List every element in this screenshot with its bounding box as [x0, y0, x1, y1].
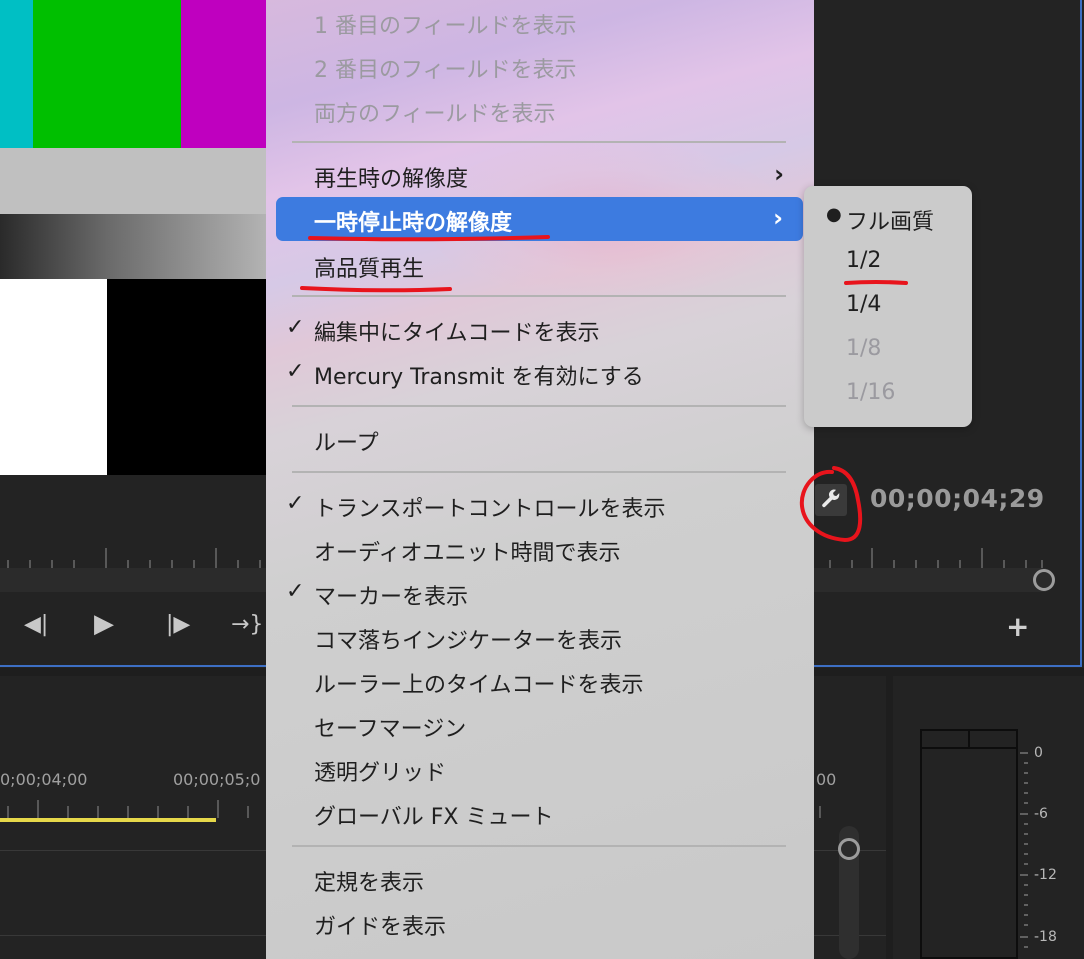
- meter-channel-divider: [968, 729, 970, 749]
- checkmark-icon: ✓: [286, 491, 305, 516]
- submenu-item-quarter[interactable]: 1/4: [804, 284, 972, 328]
- db-label: -18: [1034, 929, 1057, 945]
- menu-item-label: オーディオユニット時間で表示: [314, 541, 621, 566]
- menu-item-label: マーカーを表示: [314, 585, 469, 610]
- menu-item-show-dropped-frame-indicator[interactable]: コマ落ちインジケーターを表示: [266, 615, 814, 659]
- menu-item-label: 透明グリッド: [314, 761, 447, 786]
- timeline-time-label: 00: [816, 770, 837, 789]
- chevron-right-icon: ›: [774, 160, 784, 188]
- step-forward-icon[interactable]: |▶: [166, 612, 190, 637]
- step-back-icon[interactable]: ◀|: [24, 612, 48, 637]
- audio-meter: [920, 729, 1018, 959]
- menu-item-label: 一時停止時の解像度: [314, 211, 513, 236]
- menu-item-show-rulers[interactable]: 定規を表示: [266, 857, 814, 901]
- wrench-icon[interactable]: [815, 484, 847, 516]
- play-icon[interactable]: ▶: [94, 609, 114, 639]
- timeline-time-label: 00;00;05;0: [173, 770, 261, 789]
- magenta-bar: [181, 0, 268, 148]
- menu-item-show-guides[interactable]: ガイドを表示: [266, 901, 814, 945]
- menu-separator: [292, 845, 786, 847]
- menu-item-high-quality-playback[interactable]: 高品質再生: [266, 243, 814, 287]
- menu-item-label: 2 番目のフィールドを表示: [314, 58, 577, 83]
- db-label: 0: [1034, 745, 1043, 761]
- menu-item-label: 定規を表示: [314, 871, 425, 896]
- submenu-item-sixteenth[interactable]: 1/16: [804, 372, 972, 416]
- checkmark-icon: ✓: [286, 579, 305, 604]
- plus-icon[interactable]: +: [1006, 610, 1029, 643]
- db-scale-ticks: [1020, 752, 1028, 948]
- white-bar: [0, 279, 107, 475]
- menu-item-safe-margins[interactable]: セーフマージン: [266, 703, 814, 747]
- paused-resolution-submenu: ● フル画質 1/2 1/4 1/8 1/16: [804, 186, 972, 427]
- checkmark-icon: ✓: [286, 315, 305, 340]
- menu-item-show-transport-controls[interactable]: ✓ トランスポートコントロールを表示: [266, 483, 814, 527]
- black-bar: [107, 279, 268, 475]
- menu-separator: [292, 471, 786, 473]
- menu-separator: [292, 141, 786, 143]
- gradient-bar: [0, 214, 268, 279]
- submenu-item-half[interactable]: 1/2: [804, 240, 972, 284]
- menu-item-show-both-fields[interactable]: 両方のフィールドを表示: [266, 88, 814, 132]
- menu-item-label: ループ: [314, 431, 379, 456]
- menu-item-label: 再生時の解像度: [314, 167, 469, 192]
- out-point-handle[interactable]: [1033, 569, 1055, 591]
- gray-bar: [0, 148, 268, 214]
- checkmark-icon: ✓: [286, 359, 305, 384]
- submenu-item-label: 1/4: [846, 292, 882, 317]
- monitor-settings-menu: 1 番目のフィールドを表示 2 番目のフィールドを表示 両方のフィールドを表示 …: [266, 0, 814, 959]
- menu-item-label: 高品質再生: [314, 257, 425, 282]
- menu-item-label: Mercury Transmit を有効にする: [314, 365, 644, 390]
- menu-item-show-ruler-timecode[interactable]: ルーラー上のタイムコードを表示: [266, 659, 814, 703]
- menu-item-paused-resolution[interactable]: 一時停止時の解像度 ›: [276, 197, 803, 241]
- wrench-glyph: [822, 489, 840, 508]
- menu-item-enable-mercury-transmit[interactable]: ✓ Mercury Transmit を有効にする: [266, 351, 814, 395]
- cyan-bar: [0, 0, 33, 148]
- submenu-item-full[interactable]: ● フル画質: [804, 196, 972, 240]
- menu-item-transparency-grid[interactable]: 透明グリッド: [266, 747, 814, 791]
- menu-item-show-second-field[interactable]: 2 番目のフィールドを表示: [266, 44, 814, 88]
- color-bars-frame: [0, 0, 268, 475]
- menu-item-show-first-field[interactable]: 1 番目のフィールドを表示: [266, 0, 814, 44]
- menu-item-global-fx-mute[interactable]: グローバル FX ミュート: [266, 791, 814, 835]
- submenu-item-label: フル画質: [846, 210, 935, 235]
- timeline-scroll-handle[interactable]: [838, 838, 860, 860]
- menu-item-show-audio-units[interactable]: オーディオユニット時間で表示: [266, 527, 814, 571]
- db-label: -12: [1034, 867, 1057, 883]
- menu-item-label: セーフマージン: [314, 717, 467, 742]
- menu-item-label: 編集中にタイムコードを表示: [314, 321, 600, 346]
- submenu-item-label: 1/16: [846, 380, 896, 405]
- menu-separator: [292, 405, 786, 407]
- playhead-timecode[interactable]: 00;00;04;29: [870, 484, 1045, 513]
- menu-item-label: トランスポートコントロールを表示: [314, 497, 666, 522]
- work-area-bar[interactable]: [0, 818, 216, 822]
- go-to-out-icon[interactable]: →}: [231, 612, 263, 637]
- menu-item-label: ガイドを表示: [314, 915, 447, 940]
- chevron-right-icon: ›: [773, 204, 783, 232]
- menu-item-show-markers[interactable]: ✓ マーカーを表示: [266, 571, 814, 615]
- menu-item-label: 1 番目のフィールドを表示: [314, 14, 577, 39]
- submenu-item-label: 1/2: [846, 248, 882, 273]
- menu-item-show-timecode-while-editing[interactable]: ✓ 編集中にタイムコードを表示: [266, 307, 814, 351]
- menu-item-playback-resolution[interactable]: 再生時の解像度 ›: [266, 153, 814, 197]
- submenu-item-label: 1/8: [846, 336, 882, 361]
- menu-item-label: ルーラー上のタイムコードを表示: [314, 673, 644, 698]
- db-label: -6: [1034, 806, 1048, 822]
- green-bar: [33, 0, 181, 148]
- menu-item-label: 両方のフィールドを表示: [314, 102, 556, 127]
- selected-bullet-icon: ●: [826, 204, 842, 225]
- menu-separator: [292, 295, 786, 297]
- timeline-time-label: 0;00;04;00: [0, 770, 88, 789]
- menu-item-loop[interactable]: ループ: [266, 417, 814, 461]
- menu-item-label: コマ落ちインジケーターを表示: [314, 629, 623, 654]
- menu-item-label: グローバル FX ミュート: [314, 805, 554, 830]
- submenu-item-eighth[interactable]: 1/8: [804, 328, 972, 372]
